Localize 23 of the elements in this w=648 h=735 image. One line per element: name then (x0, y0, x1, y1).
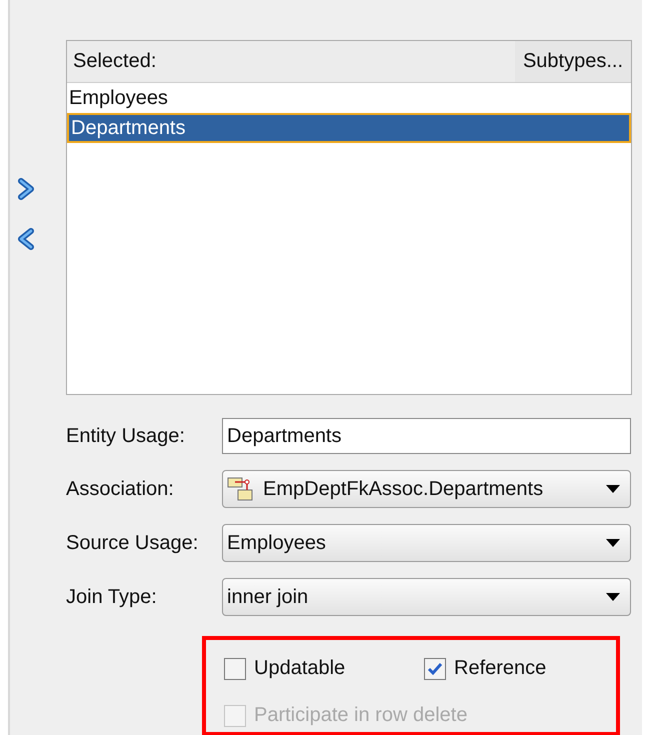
checkbox: Participate in row delete (224, 699, 604, 732)
field-label: Join Type: (66, 586, 158, 608)
dropdown-value: inner join (227, 586, 310, 608)
caret-icon (606, 485, 620, 493)
field-label: Association: (66, 478, 175, 500)
selected-list[interactable]: Selected: Subtypes... Employees Departments (66, 40, 632, 395)
dropdown[interactable]: Employees (222, 524, 631, 562)
caret-icon (606, 539, 620, 547)
field-label: Entity Usage: (66, 424, 186, 448)
checkbox[interactable]: Reference (424, 652, 604, 685)
dropdown[interactable]: inner join (222, 578, 631, 616)
caret-icon (606, 593, 620, 601)
list-item[interactable]: Employees (67, 83, 631, 113)
subtypes-button[interactable]: Subtypes... (514, 41, 631, 82)
entity-usage-field[interactable]: Departments (222, 418, 631, 454)
dropdown[interactable]: EmpDeptFkAssoc.Departments (222, 470, 631, 508)
field-label: Source Usage: (66, 532, 200, 554)
column-header: Selected: (72, 50, 156, 73)
dropdown-value: EmpDeptFkAssoc.Departments (263, 478, 544, 500)
checkbox[interactable]: Updatable (224, 652, 404, 685)
dropdown-value: Employees (227, 532, 327, 554)
list-item[interactable]: Departments (67, 113, 631, 143)
checkmark-icon (427, 662, 443, 676)
